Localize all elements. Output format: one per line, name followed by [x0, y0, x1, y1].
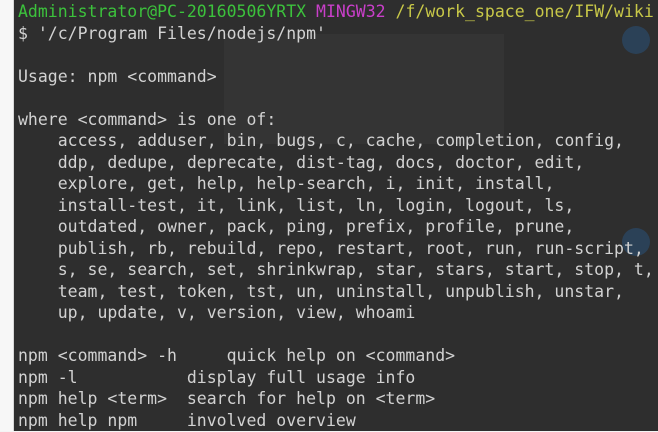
output-line: where <command> is one of: — [18, 109, 277, 129]
command-line: $ '/c/Program Files/nodejs/npm' — [18, 23, 326, 43]
output-line: explore, get, help, help-search, i, init… — [18, 174, 555, 193]
output-line: ddp, dedupe, deprecate, dist-tag, docs, … — [18, 152, 585, 172]
screen: Administrator@PC-20160506YRTX MINGW32 /f… — [0, 0, 658, 431]
output-line: npm help <term> search for help on <term… — [18, 389, 436, 408]
prompt-user-host: Administrator@PC-20160506YRTX — [18, 2, 307, 21]
output-line: team, test, token, tst, un, uninstall, u… — [18, 281, 624, 301]
prompt-system: MINGW32 — [316, 2, 386, 21]
output-line: up, update, v, version, view, whoami — [18, 303, 416, 322]
output-line: install-test, it, link, list, ln, login,… — [18, 195, 575, 215]
output-line: outdated, owner, pack, ping, prefix, pro… — [18, 217, 575, 236]
terminal-output: Administrator@PC-20160506YRTX MINGW32 /f… — [14, 0, 658, 431]
output-line: npm <command> -h quick help on <command> — [18, 346, 456, 365]
prompt-line: Administrator@PC-20160506YRTX MINGW32 /f… — [18, 1, 658, 23]
output-line: publish, rb, rebuild, repo, restart, roo… — [18, 238, 644, 258]
background-window-strip — [0, 0, 14, 431]
output-line: npm -l display full usage info — [18, 367, 416, 387]
prompt-path: /f/work_space_one/IFW/wiki — [395, 2, 654, 21]
output-line: s, se, search, set, shrinkwrap, star, st… — [18, 260, 654, 279]
terminal-window[interactable]: Administrator@PC-20160506YRTX MINGW32 /f… — [14, 0, 658, 431]
output-line: access, adduser, bin, bugs, c, cache, co… — [18, 131, 624, 150]
output-line: npm help npm involved overview — [18, 410, 356, 430]
output-line: Usage: npm <command> — [18, 66, 217, 86]
